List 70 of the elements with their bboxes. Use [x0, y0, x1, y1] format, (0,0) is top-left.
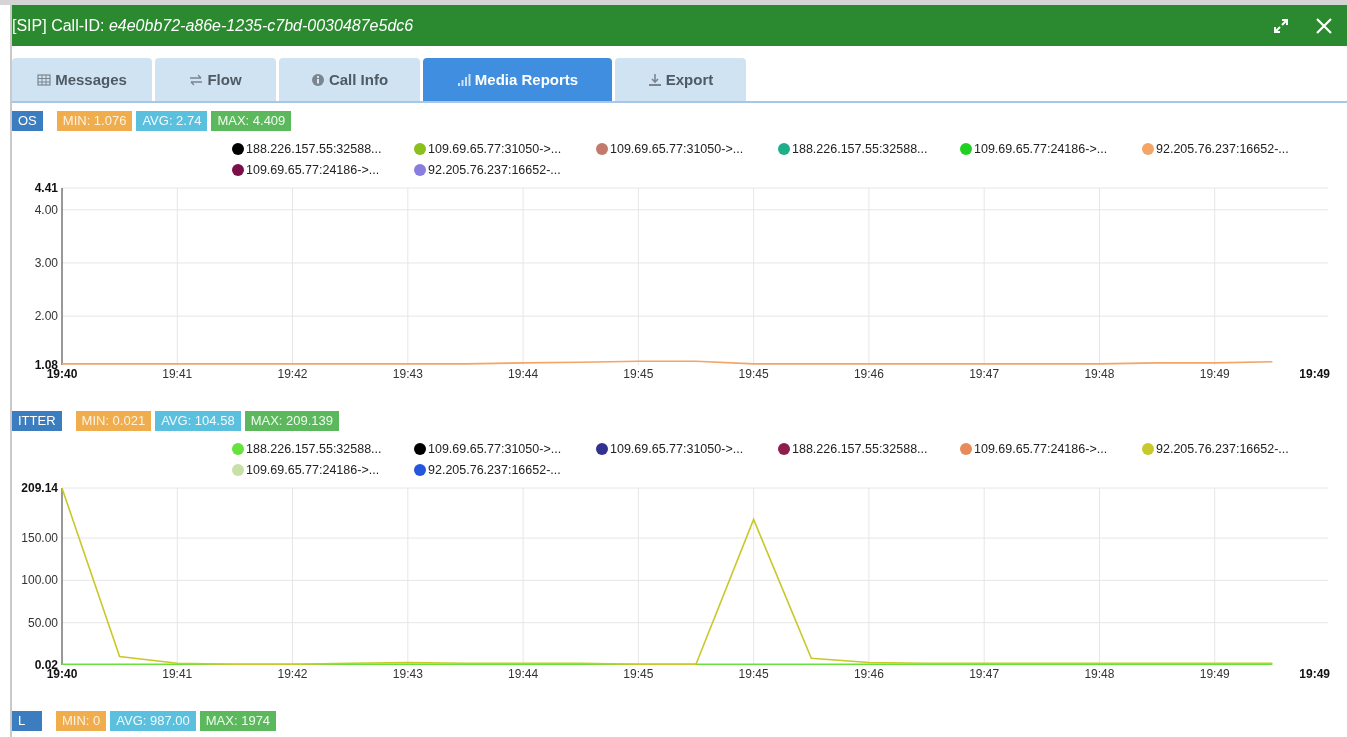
x-axis-label: 19:41 — [162, 367, 193, 381]
x-axis-label: 19:43 — [392, 367, 423, 381]
signal-bars-icon — [456, 72, 471, 87]
x-axis-label: 19:45 — [623, 367, 654, 381]
avg-badge: AVG: 104.58 — [155, 411, 241, 431]
avg-badge: AVG: 2.74 — [136, 111, 208, 131]
x-axis-label: 19:49 — [1299, 667, 1330, 681]
tab[interactable]: Export — [615, 58, 746, 101]
legend-label[interactable]: 92.205.76.237:16652-... — [428, 163, 561, 177]
min-badge: MIN: 0 — [56, 711, 107, 731]
y-axis-label: 3.00 — [34, 255, 58, 270]
x-axis-label: 19:49 — [1199, 367, 1230, 381]
y-axis-label: 100.00 — [21, 573, 58, 588]
legend-label[interactable]: 109.69.65.77:24186->... — [974, 442, 1108, 456]
info-icon — [310, 72, 325, 87]
y-axis-label: 4.00 — [34, 202, 58, 217]
x-axis-label: 19:42 — [277, 367, 308, 381]
legend-label[interactable]: 109.69.65.77:31050->... — [428, 442, 562, 456]
x-axis-label: 19:44 — [508, 667, 539, 681]
legend-label[interactable]: 92.205.76.237:16652-... — [1156, 142, 1289, 156]
legend-label[interactable]: 109.69.65.77:24186->... — [974, 142, 1108, 156]
x-axis-label: 19:45 — [738, 667, 769, 681]
max-badge: MAX: 209.139 — [244, 411, 340, 431]
min-badge: MIN: 0.021 — [75, 411, 152, 431]
tab[interactable]: Flow — [155, 58, 276, 101]
legend-label[interactable]: 188.226.157.55:32588... — [792, 442, 928, 456]
legend-label[interactable]: 188.226.157.55:32588... — [246, 142, 382, 156]
x-axis-label: 19:42 — [277, 667, 308, 681]
legend-label[interactable]: 109.69.65.77:24186->... — [246, 463, 380, 477]
legend-label[interactable]: 109.69.65.77:31050->... — [428, 142, 562, 156]
grid-icon — [37, 72, 52, 87]
expand-icon[interactable] — [1273, 17, 1289, 34]
max-badge: MAX: 4.409 — [211, 111, 292, 131]
legend-label[interactable]: 188.226.157.55:32588... — [246, 442, 382, 456]
x-axis-label: 19:46 — [853, 667, 884, 681]
x-axis-label: 19:45 — [738, 367, 769, 381]
legend-label[interactable]: 109.69.65.77:31050->... — [610, 142, 744, 156]
metric-label: OS — [12, 111, 43, 131]
metric-label: L — [12, 711, 42, 731]
y-axis-label: 50.00 — [27, 615, 58, 630]
x-axis-label: 19:44 — [508, 367, 539, 381]
x-axis-label: 19:48 — [1084, 667, 1115, 681]
arrows-icon — [189, 72, 204, 87]
x-axis-label: 19:47 — [969, 667, 1000, 681]
x-axis-label: 19:45 — [623, 667, 654, 681]
x-axis-label: 19:48 — [1084, 367, 1115, 381]
close-icon[interactable] — [1315, 16, 1333, 35]
x-axis-label: 19:49 — [1199, 667, 1230, 681]
legend-label[interactable]: 188.226.157.55:32588... — [792, 142, 928, 156]
legend-label[interactable]: 92.205.76.237:16652-... — [428, 463, 561, 477]
tab[interactable]: Messages — [12, 58, 152, 101]
legend-label[interactable]: 92.205.76.237:16652-... — [1156, 442, 1289, 456]
x-axis-label: 19:49 — [1299, 367, 1330, 381]
y-axis-label: 150.00 — [21, 531, 58, 546]
y-axis-label: 209.14 — [21, 481, 58, 495]
x-axis-label: 19:43 — [392, 667, 423, 681]
window-title: [SIP] Call-ID: e4e0bb72-a86e-1235-c7bd-0030487e5dc6 — [12, 16, 414, 35]
x-axis-label: 19:41 — [162, 667, 193, 681]
legend-label[interactable]: 109.69.65.77:24186->... — [246, 163, 380, 177]
x-axis-label: 19:47 — [969, 367, 1000, 381]
metric-label: ITTER — [12, 411, 62, 431]
x-axis-label: 19:46 — [853, 367, 884, 381]
y-axis-label: 2.00 — [34, 309, 58, 324]
max-badge: MAX: 1974 — [199, 711, 277, 731]
min-badge: MIN: 1.076 — [56, 111, 133, 131]
y-axis-label: 4.41 — [34, 181, 58, 195]
legend-label[interactable]: 109.69.65.77:31050->... — [610, 442, 744, 456]
avg-badge: AVG: 987.00 — [110, 711, 196, 731]
tab[interactable]: Call Info — [279, 58, 420, 101]
download-icon — [647, 72, 662, 87]
